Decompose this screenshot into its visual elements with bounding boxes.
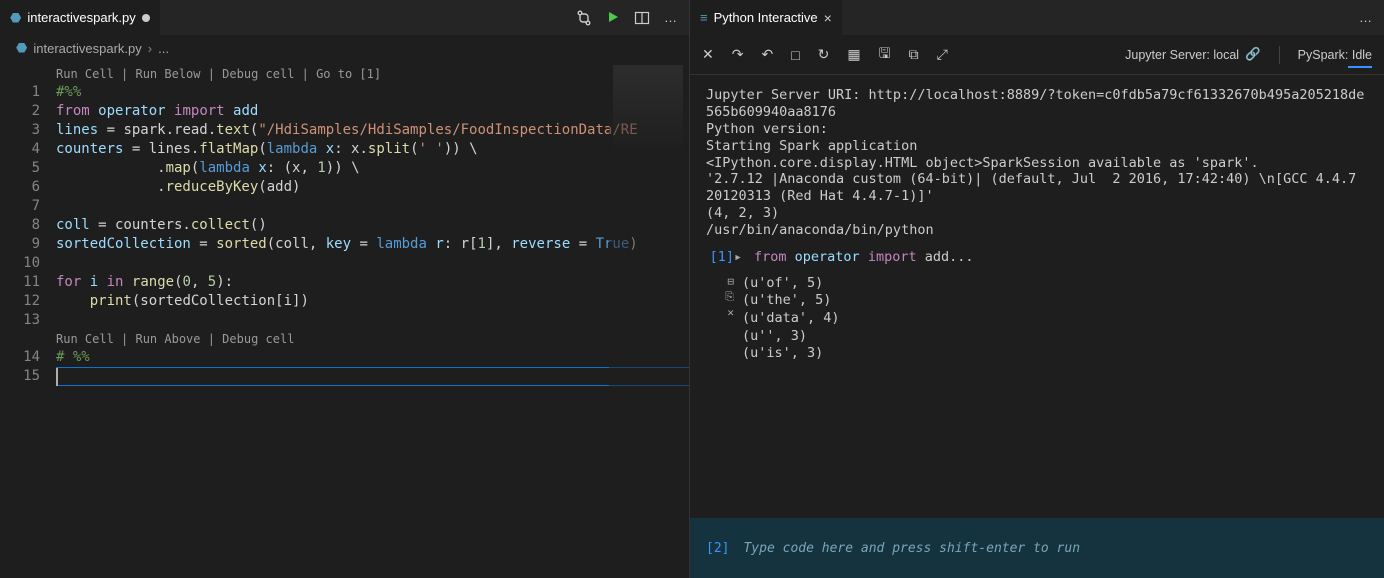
modified-dot-icon [142,14,150,22]
input-placeholder: Type code here and press shift-enter to … [743,541,1080,556]
interactive-tab[interactable]: ≡ Python Interactive × [690,0,842,35]
breadcrumb-file: interactivespark.py [33,41,141,56]
jupyter-server-status[interactable]: Jupyter Server: local 🔗 [1125,47,1261,62]
interactive-icon: ≡ [700,10,708,25]
breadcrumb[interactable]: ⬣ interactivespark.py › ... [0,35,689,61]
copy-icon[interactable]: ⎘ [725,290,734,304]
code-line[interactable]: from operator import add [56,102,689,121]
save-icon[interactable]: 🖫 [879,43,891,67]
code-line[interactable]: counters = lines.flatMap(lambda x: x.spl… [56,140,689,159]
minimap[interactable] [609,61,689,578]
interactive-output: Jupyter Server URI: http://localhost:888… [690,75,1384,518]
python-file-icon: ⬣ [16,40,27,56]
input-prompt: [2] [706,541,729,556]
cell-1: [1] ▸ from operator import add... [706,249,1368,265]
code-line[interactable] [56,197,689,216]
chevron-right-icon: › [148,41,152,56]
cell-code: from operator import add... [754,249,1368,265]
run-icon[interactable] [606,10,620,26]
close-icon[interactable]: × [824,10,832,26]
code-line[interactable]: for i in range(0, 5): [56,273,689,292]
git-compare-icon[interactable] [576,10,592,26]
split-editor-icon[interactable] [634,10,650,26]
collapse-icon[interactable]: ⊟ [727,275,734,288]
code-line[interactable]: sortedCollection = sorted(coll, key = la… [56,235,689,254]
pyspark-status[interactable]: PySpark: Idle [1298,48,1372,62]
editor-tab-bar: ⬣ interactivespark.py … [0,0,689,35]
undo-icon[interactable]: ↶ [761,46,773,63]
code-line[interactable]: coll = counters.collect() [56,216,689,235]
expand-icon[interactable]: ⤢ [937,46,948,63]
interactive-tab-actions: … [1359,10,1384,25]
restart-icon[interactable]: ↻ [818,46,830,63]
link-icon: 🔗 [1245,47,1261,62]
interactive-tab-bar: ≡ Python Interactive × … [690,0,1384,35]
stop-icon[interactable]: □ [791,47,799,63]
interactive-input[interactable]: [2] Type code here and press shift-enter… [690,518,1384,578]
codelens[interactable]: Run Cell | Run Below | Debug cell | Go t… [56,65,689,83]
line-number-gutter: 1234567 8910111213 1415 [0,61,56,578]
close-icon[interactable]: ✕ [727,306,734,319]
cell-output-text: (u'of', 5) (u'the', 5) (u'data', 4) (u''… [734,275,1368,363]
stdout-block: Jupyter Server URI: http://localhost:888… [706,87,1368,239]
variables-icon[interactable]: ▦ [847,46,860,63]
cell-output-icons: ⊟ ⎘ ✕ [706,275,734,363]
python-file-icon: ⬣ [10,10,21,26]
codelens[interactable]: Run Cell | Run Above | Debug cell [56,330,689,348]
interactive-tab-label: Python Interactive [714,10,818,25]
editor-tab-actions: … [576,10,689,26]
code-line[interactable]: .reduceByKey(add) [56,178,689,197]
code-line[interactable]: # %% [56,348,689,367]
code-content[interactable]: Run Cell | Run Below | Debug cell | Go t… [56,61,689,578]
code-line[interactable]: print(sortedCollection[i]) [56,292,689,311]
code-line-current[interactable] [56,367,689,386]
breadcrumb-trail: ... [158,41,169,56]
interactive-toolbar: ✕ ↷ ↶ □ ↻ ▦ 🖫 ⧉ ⤢ Jupyter Server: local … [690,35,1384,75]
separator [1279,46,1280,64]
cell-prompt: [1] [710,249,734,265]
editor-panel: ⬣ interactivespark.py … ⬣ interactivespa… [0,0,690,578]
more-actions-icon[interactable]: … [1359,10,1372,25]
export-icon[interactable]: ⧉ [909,46,919,63]
code-line[interactable] [56,311,689,330]
interactive-panel: ≡ Python Interactive × … ✕ ↷ ↶ □ ↻ ▦ 🖫 ⧉… [690,0,1384,578]
code-line[interactable]: #%% [56,83,689,102]
editor-tab-filename: interactivespark.py [27,10,135,25]
cancel-icon[interactable]: ✕ [702,46,714,63]
code-line[interactable]: lines = spark.read.text("/HdiSamples/Hdi… [56,121,689,140]
code-line[interactable] [56,254,689,273]
cell-1-output: ⊟ ⎘ ✕ (u'of', 5) (u'the', 5) (u'data', 4… [706,275,1368,363]
more-actions-icon[interactable]: … [664,10,677,26]
code-editor[interactable]: 1234567 8910111213 1415 Run Cell | Run B… [0,61,689,578]
editor-tab-active[interactable]: ⬣ interactivespark.py [0,0,160,35]
redo-icon[interactable]: ↷ [732,46,744,63]
code-line[interactable]: .map(lambda x: (x, 1)) \ [56,159,689,178]
